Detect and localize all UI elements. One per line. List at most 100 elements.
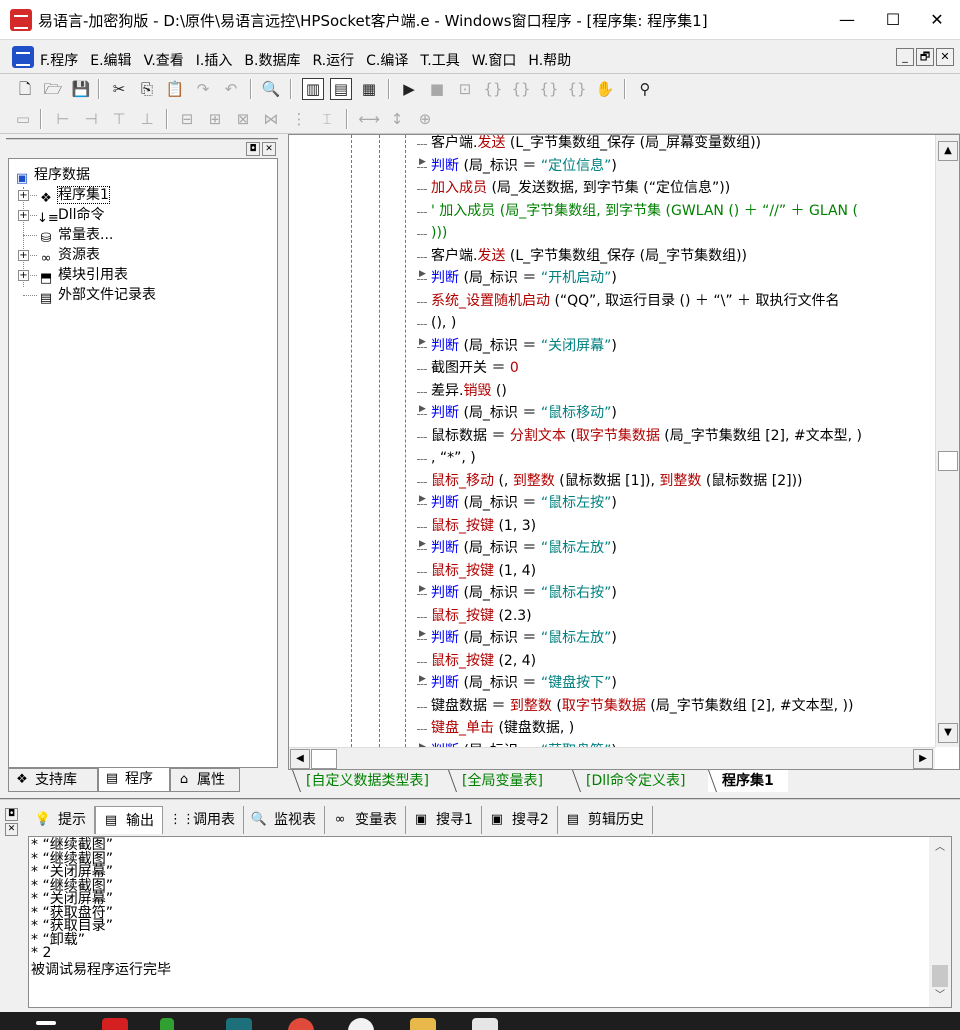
output-tab[interactable]: ▤ 剪辑历史 xyxy=(558,806,653,834)
tree-item[interactable]: ⛁ 常量表... xyxy=(37,225,114,246)
scroll-thumb[interactable] xyxy=(938,451,958,471)
code-line[interactable]: 判断 (局_标识 ＝ “鼠标移动”) xyxy=(431,402,617,424)
code-area[interactable]: 客户端.发送 (L_字节集数组_保存 (局_屏幕变量数组)) ▶ 判断 (局_标识 … xyxy=(289,135,935,747)
layout-top-icon[interactable]: ▤ xyxy=(330,78,352,100)
code-line[interactable]: 判断 (局_标识 ＝ “获取盘符”) xyxy=(431,740,617,748)
code-line[interactable]: ' 加入成员 (局_字节集数组, 到字节集 (GWLAN () ＋ “//” ＋… xyxy=(431,200,858,222)
open-folder-icon[interactable]: 🗁 xyxy=(42,78,64,100)
mdi-minimize-button[interactable]: _ xyxy=(896,48,914,66)
panel-tab[interactable]: ▤ 程序 xyxy=(98,768,170,792)
code-line[interactable]: 判断 (局_标识 ＝ “定位信息”) xyxy=(431,155,617,177)
editor-tab[interactable]: [自定义数据类型表] xyxy=(292,770,443,792)
code-line[interactable]: 加入成员 (局_发送数据, 到字节集 (“定位信息”)) xyxy=(431,177,730,199)
center-horizontal-icon[interactable]: ⊟ xyxy=(176,108,198,130)
code-line[interactable]: 鼠标_按键 (2.3) xyxy=(431,605,532,627)
panel-restore-button[interactable]: ◘ xyxy=(5,808,18,821)
menu-item[interactable]: H.帮助 xyxy=(528,50,571,70)
panel-close-button[interactable]: ✕ xyxy=(262,142,276,156)
start-icon[interactable] xyxy=(36,1021,56,1025)
code-line[interactable]: 鼠标_按键 (2, 4) xyxy=(431,650,536,672)
taskbar-app-icon[interactable] xyxy=(348,1018,374,1030)
mdi-close-button[interactable]: ✕ xyxy=(936,48,954,66)
code-line[interactable]: 键盘_单击 (键盘数据, ) xyxy=(431,717,574,739)
code-line[interactable]: 键盘数据 ＝ 到整数 (取字节集数据 (局_字节集数组 [2], #文本型, )… xyxy=(431,695,853,717)
scroll-down-arrow-icon[interactable]: ﹀ xyxy=(931,987,949,1005)
menu-item[interactable]: F.程序 xyxy=(40,50,78,70)
editor-tab[interactable]: [Dll命令定义表] xyxy=(572,770,699,792)
editor-vertical-scrollbar[interactable]: ▲ ▼ xyxy=(935,135,959,747)
app-icon[interactable] xyxy=(10,9,32,31)
tree-expander-icon[interactable]: + xyxy=(18,190,29,201)
output-tab[interactable]: ▤ 输出 xyxy=(95,806,163,834)
panel-tab[interactable]: ❖ 支持库 xyxy=(8,768,98,792)
redo-icon[interactable]: ↷ xyxy=(192,78,214,100)
scroll-left-arrow-icon[interactable]: ◀ xyxy=(290,749,310,769)
same-height-icon[interactable]: ⌶ xyxy=(316,108,338,130)
code-line[interactable]: 判断 (局_标识 ＝ “鼠标右按”) xyxy=(431,582,617,604)
scroll-thumb[interactable] xyxy=(932,965,948,987)
menu-item[interactable]: B.数据库 xyxy=(244,50,300,70)
cut-icon[interactable]: ✂ xyxy=(108,78,130,100)
code-line[interactable]: 差异.销毁 () xyxy=(431,380,507,402)
scroll-thumb[interactable] xyxy=(311,749,337,769)
code-line[interactable]: 客户端.发送 (L_字节集数组_保存 (局_字节集数组)) xyxy=(431,245,747,267)
maximize-button[interactable]: ☐ xyxy=(870,0,916,40)
step-out-icon[interactable]: {} xyxy=(538,78,560,100)
tree-item[interactable]: ↓≡Dll命令 xyxy=(37,205,105,226)
menu-item[interactable]: W.窗口 xyxy=(472,50,517,70)
taskbar-app-icon[interactable] xyxy=(226,1018,252,1030)
align-top-icon[interactable]: ⊤ xyxy=(108,108,130,130)
output-scrollbar[interactable]: ︿ ﹀ xyxy=(929,837,951,1007)
breakpoint-icon[interactable]: ⊡ xyxy=(454,78,476,100)
taskbar-app-icon[interactable] xyxy=(160,1018,174,1030)
tree-item[interactable]: ▤ 外部文件记录表 xyxy=(37,285,156,306)
tree-expander-icon[interactable]: + xyxy=(18,250,29,261)
code-line[interactable]: 鼠标_移动 (, 到整数 (鼠标数据 [1]), 到整数 (鼠标数据 [2])) xyxy=(431,470,803,492)
taskbar-app-icon[interactable] xyxy=(472,1018,498,1030)
code-line[interactable]: 判断 (局_标识 ＝ “开机启动”) xyxy=(431,267,617,289)
stop-icon[interactable]: ■ xyxy=(426,78,448,100)
code-line[interactable]: (), ) xyxy=(431,312,456,334)
menu-item[interactable]: T.工具 xyxy=(420,50,459,70)
menu-item[interactable]: R.运行 xyxy=(312,50,354,70)
code-line[interactable]: 鼠标_按键 (1, 4) xyxy=(431,560,536,582)
scroll-down-arrow-icon[interactable]: ▼ xyxy=(938,723,958,743)
step-into-icon[interactable]: {} xyxy=(482,78,504,100)
minimize-button[interactable]: — xyxy=(824,0,870,40)
panel-restore-button[interactable]: ◘ xyxy=(246,142,260,156)
mdi-restore-button[interactable]: 🗗 xyxy=(916,48,934,66)
scroll-right-arrow-icon[interactable]: ▶ xyxy=(913,749,933,769)
taskbar-app-icon[interactable] xyxy=(102,1018,128,1030)
code-line[interactable]: 客户端.发送 (L_字节集数组_保存 (局_屏幕变量数组)) xyxy=(431,135,761,154)
tree-item[interactable]: ∞ 资源表 xyxy=(37,245,100,266)
code-line[interactable]: 鼠标数据 ＝ 分割文本 (取字节集数据 (局_字节集数组 [2], #文本型, … xyxy=(431,425,862,447)
new-file-icon[interactable]: 🗋 xyxy=(14,78,36,100)
code-editor[interactable]: 客户端.发送 (L_字节集数组_保存 (局_屏幕变量数组)) ▶ 判断 (局_标识 … xyxy=(288,134,960,770)
space-horizontal-icon[interactable]: ⋈ xyxy=(260,108,282,130)
tree-expander-icon[interactable]: + xyxy=(18,270,29,281)
spread-icon[interactable]: ↕ xyxy=(386,108,408,130)
menu-item[interactable]: V.查看 xyxy=(144,50,184,70)
code-line[interactable]: 系统_设置随机启动 (“QQ”, 取运行目录 () ＋ “\” ＋ 取执行文件名 xyxy=(431,290,840,312)
output-tab[interactable]: 🔍 监视表 xyxy=(244,806,325,834)
output-tab[interactable]: 💡 提示 xyxy=(28,806,95,834)
editor-tab[interactable]: 程序集1 xyxy=(708,770,788,792)
panel-close-button[interactable]: ✕ xyxy=(5,823,18,836)
center-vertical-icon[interactable]: ⊞ xyxy=(204,108,226,130)
tree-item[interactable]: ❖ 程序集1 xyxy=(37,185,110,206)
scroll-up-arrow-icon[interactable]: ▲ xyxy=(938,141,958,161)
output-tab[interactable]: ⋮⋮ 调用表 xyxy=(163,806,244,834)
code-line[interactable]: 截图开关 ＝ 0 xyxy=(431,357,519,379)
output-tab[interactable]: ∞ 变量表 xyxy=(325,806,406,834)
code-line[interactable]: ))) xyxy=(431,222,447,244)
browser-icon[interactable] xyxy=(288,1018,314,1030)
align-left-icon[interactable]: ⊢ xyxy=(52,108,74,130)
same-width-icon[interactable]: ⊠ xyxy=(232,108,254,130)
folder-icon[interactable] xyxy=(410,1018,436,1030)
find-icon[interactable]: 🔍 xyxy=(260,78,282,100)
align-center-icon[interactable]: ⊣ xyxy=(80,108,102,130)
mdi-system-icon[interactable] xyxy=(12,46,34,68)
code-line[interactable]: 鼠标_按键 (1, 3) xyxy=(431,515,536,537)
editor-horizontal-scrollbar[interactable]: ◀ ▶ xyxy=(289,747,935,769)
code-line[interactable]: 判断 (局_标识 ＝ “鼠标左放”) xyxy=(431,627,617,649)
